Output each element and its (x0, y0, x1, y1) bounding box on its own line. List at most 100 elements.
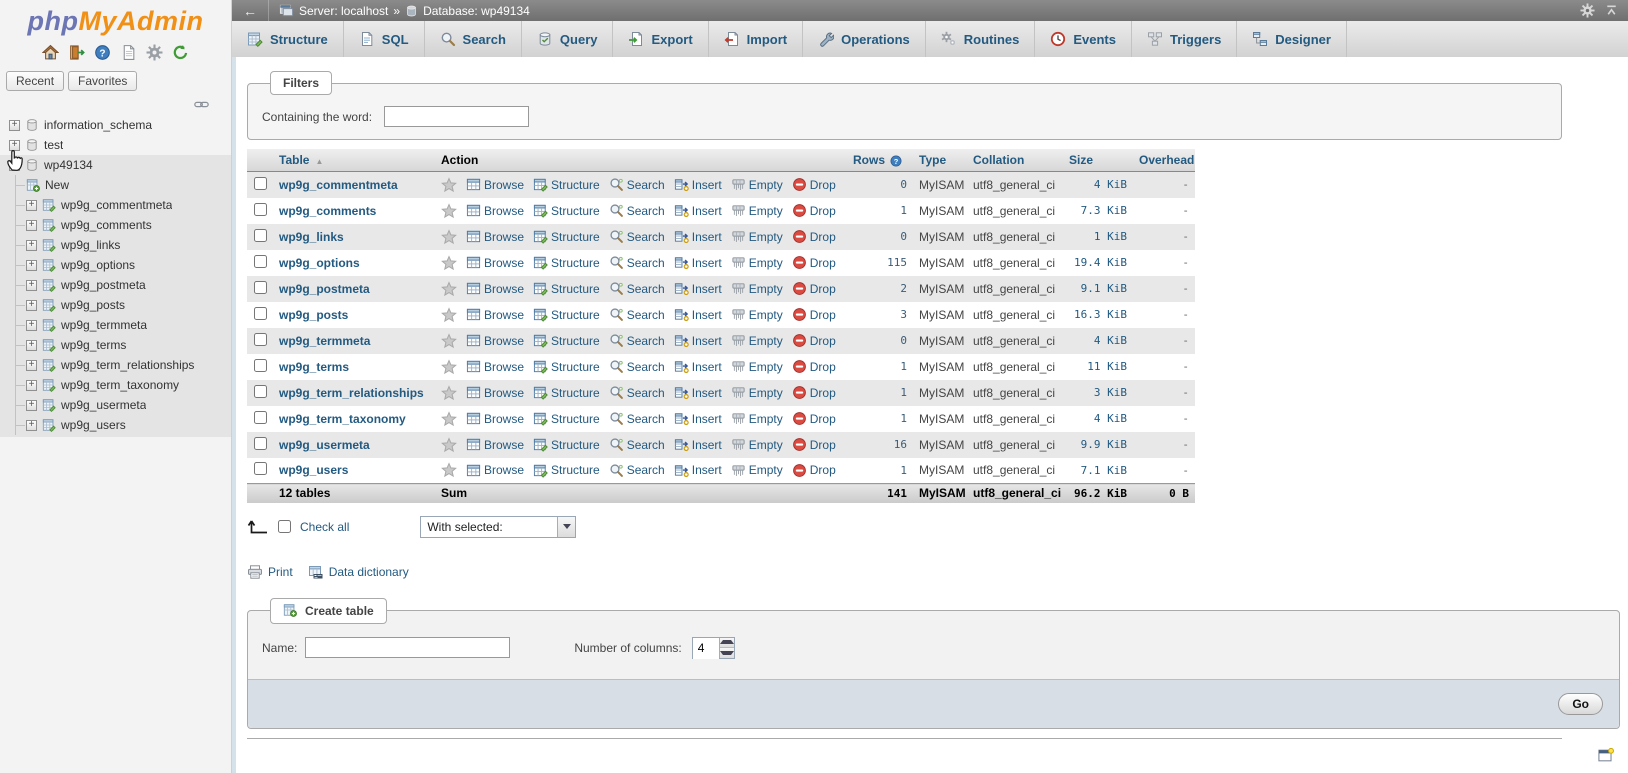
search-link[interactable]: Search (609, 385, 665, 400)
logout-icon[interactable] (68, 44, 85, 61)
drop-link[interactable]: Drop (792, 203, 836, 218)
search-link[interactable]: Search (609, 437, 665, 452)
expand-icon[interactable]: + (26, 280, 37, 291)
header-overhead[interactable]: Overhead (1133, 149, 1195, 172)
columns-count-input[interactable] (693, 638, 719, 659)
structure-link[interactable]: Structure (533, 255, 600, 270)
table-name-link[interactable]: wp9g_posts (279, 308, 348, 322)
tree-db-information-schema[interactable]: + information_schema (0, 115, 231, 135)
table-name-link[interactable]: wp9g_options (279, 256, 360, 270)
row-checkbox[interactable] (254, 281, 267, 294)
empty-link[interactable]: Empty (731, 359, 783, 374)
drop-link[interactable]: Drop (792, 437, 836, 452)
create-table-name-input[interactable] (305, 637, 510, 658)
expand-icon[interactable]: + (26, 300, 37, 311)
sort-by-collation-link[interactable]: Collation (973, 153, 1024, 167)
row-checkbox[interactable] (254, 203, 267, 216)
search-link[interactable]: Search (609, 281, 665, 296)
tree-table-item[interactable]: + wp9g_term_taxonomy (16, 375, 231, 395)
insert-link[interactable]: Insert (674, 463, 722, 478)
insert-link[interactable]: Insert (674, 359, 722, 374)
table-name-link[interactable]: wp9g_usermeta (279, 438, 370, 452)
tree-table-item[interactable]: + wp9g_commentmeta (16, 195, 231, 215)
expand-icon[interactable]: + (26, 220, 37, 231)
drop-link[interactable]: Drop (792, 411, 836, 426)
insert-link[interactable]: Insert (674, 385, 722, 400)
breadcrumb-database-link[interactable]: Database: wp49134 (423, 4, 530, 18)
go-button[interactable]: Go (1558, 693, 1603, 715)
tree-db-wp49134[interactable]: − wp49134 (0, 155, 231, 175)
structure-link[interactable]: Structure (533, 359, 600, 374)
table-name-link[interactable]: wp9g_term_relationships (279, 386, 424, 400)
header-rows[interactable]: Rows? (847, 149, 913, 172)
empty-link[interactable]: Empty (731, 255, 783, 270)
favorite-star-icon[interactable] (441, 462, 457, 478)
tab[interactable]: Triggers (1132, 21, 1237, 57)
phpmyadmin-logo[interactable]: phpMyAdmin (0, 0, 231, 37)
structure-link[interactable]: Structure (533, 307, 600, 322)
table-label[interactable]: wp9g_options (61, 258, 135, 272)
expand-icon[interactable]: + (26, 400, 37, 411)
documentation-icon[interactable] (120, 44, 137, 61)
db-label[interactable]: information_schema (44, 118, 152, 132)
drop-link[interactable]: Drop (792, 385, 836, 400)
expand-icon[interactable]: + (26, 200, 37, 211)
insert-link[interactable]: Insert (674, 203, 722, 218)
expand-icon[interactable]: + (26, 320, 37, 331)
table-label[interactable]: wp9g_comments (61, 218, 152, 232)
structure-link[interactable]: Structure (533, 333, 600, 348)
sort-by-size-link[interactable]: Size (1069, 153, 1093, 167)
browse-link[interactable]: Browse (466, 281, 524, 296)
drop-link[interactable]: Drop (792, 177, 836, 192)
search-link[interactable]: Search (609, 177, 665, 192)
tab[interactable]: Operations (803, 21, 926, 57)
tree-table-item[interactable]: + wp9g_users (16, 415, 231, 435)
search-link[interactable]: Search (609, 203, 665, 218)
row-checkbox[interactable] (254, 307, 267, 320)
tab[interactable]: Search (425, 21, 522, 57)
header-table[interactable]: Table▲ (273, 149, 435, 172)
new-table-label[interactable]: New (45, 178, 69, 192)
table-label[interactable]: wp9g_termmeta (61, 318, 147, 332)
filter-word-input[interactable] (384, 106, 529, 127)
sort-by-name-link[interactable]: Table (279, 153, 309, 167)
favorite-star-icon[interactable] (441, 177, 457, 193)
help-icon[interactable]: ? (94, 44, 111, 61)
tab[interactable]: Routines (926, 21, 1036, 57)
table-label[interactable]: wp9g_term_relationships (61, 358, 194, 372)
favorite-star-icon[interactable] (441, 411, 457, 427)
settings-gear-icon[interactable] (146, 44, 163, 61)
expand-icon[interactable]: + (26, 240, 37, 251)
collapse-top-icon[interactable] (1604, 3, 1619, 18)
link-with-main-panel-icon[interactable] (194, 99, 209, 110)
empty-link[interactable]: Empty (731, 333, 783, 348)
expand-icon[interactable]: + (9, 120, 20, 131)
empty-link[interactable]: Empty (731, 385, 783, 400)
structure-link[interactable]: Structure (533, 281, 600, 296)
tab[interactable]: Events (1035, 21, 1132, 57)
browse-link[interactable]: Browse (466, 255, 524, 270)
favorite-star-icon[interactable] (441, 359, 457, 375)
drop-link[interactable]: Drop (792, 229, 836, 244)
tree-table-item[interactable]: + wp9g_termmeta (16, 315, 231, 335)
check-all-checkbox[interactable] (278, 520, 291, 533)
table-label[interactable]: wp9g_commentmeta (61, 198, 172, 212)
header-type[interactable]: Type (913, 149, 967, 172)
tab[interactable]: Query (522, 21, 614, 57)
row-checkbox[interactable] (254, 385, 267, 398)
drop-link[interactable]: Drop (792, 307, 836, 322)
favorite-star-icon[interactable] (441, 229, 457, 245)
db-label[interactable]: test (44, 138, 63, 152)
structure-link[interactable]: Structure (533, 177, 600, 192)
table-label[interactable]: wp9g_users (61, 418, 126, 432)
table-label[interactable]: wp9g_posts (61, 298, 125, 312)
tab[interactable]: Export (613, 21, 708, 57)
tree-table-item[interactable]: + wp9g_term_relationships (16, 355, 231, 375)
row-checkbox[interactable] (254, 359, 267, 372)
print-link[interactable]: Print (268, 565, 293, 579)
structure-link[interactable]: Structure (533, 385, 600, 400)
tree-new-table[interactable]: New (16, 175, 231, 195)
stepper-up-button[interactable] (720, 638, 734, 648)
table-name-link[interactable]: wp9g_commentmeta (279, 178, 398, 192)
open-window-icon[interactable] (1597, 747, 1614, 764)
